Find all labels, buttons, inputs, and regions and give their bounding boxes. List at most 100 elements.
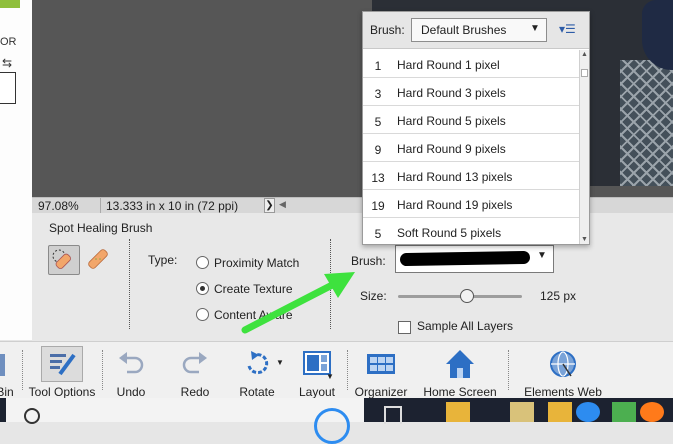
- home-icon: [444, 348, 476, 380]
- divider: [508, 350, 510, 390]
- brush-list-scrollbar[interactable]: ▲ ▼: [579, 50, 589, 244]
- panel-label: OR: [0, 36, 17, 48]
- redo-button[interactable]: Redo: [172, 346, 218, 399]
- brush-library-value: Default Brushes: [421, 23, 507, 37]
- brush-list: 1 Hard Round 1 pixel 3 Hard Round 3 pixels 5…: [363, 50, 579, 244]
- brush-name: Hard Round 3 pixels: [397, 86, 506, 100]
- brush-size: 9: [374, 143, 382, 157]
- scroll-up-icon[interactable]: ▲: [580, 50, 589, 59]
- brush-list-item[interactable]: 1 Hard Round 1 pixel: [363, 50, 579, 78]
- os-taskbar: [0, 398, 673, 444]
- brush-size: 5: [374, 115, 382, 129]
- brush-size: 3: [374, 87, 382, 101]
- brush-name: Hard Round 19 pixels: [397, 198, 513, 212]
- firefox-icon[interactable]: [640, 402, 664, 422]
- healing-brush-icon[interactable]: [86, 247, 110, 271]
- type-label: Type:: [148, 253, 178, 267]
- toolbar-label: Organizer: [354, 385, 408, 399]
- chevron-down-icon[interactable]: ▼: [537, 250, 547, 261]
- organizer-button[interactable]: Organizer: [352, 346, 410, 399]
- radio-button[interactable]: [196, 256, 209, 269]
- divider: [22, 350, 24, 390]
- taskbar-app-icon[interactable]: [510, 402, 534, 422]
- brush-size: 19: [371, 199, 385, 213]
- chevron-down-icon: ▼: [530, 23, 540, 34]
- left-panel: OR ⇆: [0, 0, 32, 340]
- brush-name: Soft Round 5 pixels: [397, 226, 502, 240]
- layout-menu-caret-icon[interactable]: ▼: [326, 372, 334, 381]
- radio-button[interactable]: [196, 282, 209, 295]
- elements-web-button[interactable]: Elements Web: [520, 346, 606, 399]
- brush-list-item[interactable]: 5 Soft Round 5 pixels: [363, 218, 579, 244]
- undo-button[interactable]: Undo: [108, 346, 154, 399]
- size-slider-thumb[interactable]: [460, 289, 475, 303]
- telegram-icon[interactable]: [576, 402, 600, 422]
- toolbar-label: Elements Web: [524, 385, 602, 399]
- brush-list-item[interactable]: 13 Hard Round 13 pixels: [363, 162, 579, 190]
- toolbar-label: Home Screen: [423, 385, 497, 399]
- brush-name: Hard Round 9 pixels: [397, 142, 506, 156]
- divider: [347, 350, 349, 390]
- brush-dropdown-header: Brush: Default Brushes ▼ ▾☰: [363, 12, 589, 49]
- brush-size: 13: [371, 171, 385, 185]
- redo-icon: [179, 348, 211, 380]
- tool-title: Spot Healing Brush: [49, 221, 153, 235]
- tool-options-button[interactable]: Tool Options: [26, 346, 98, 399]
- bottom-toolbar: Bin Tool Options Undo Redo Rotate ▼ Layo…: [0, 341, 673, 399]
- size-value: 125 px: [540, 289, 577, 303]
- brush-dropdown-label: Brush:: [370, 23, 405, 37]
- taskbar-app-icon[interactable]: [612, 402, 636, 422]
- toolbar-label: Tool Options: [28, 385, 96, 399]
- rotate-menu-caret-icon[interactable]: ▼: [276, 358, 284, 367]
- brush-picker[interactable]: ▼: [395, 245, 554, 273]
- radio-button[interactable]: [196, 308, 209, 321]
- brush-list-item[interactable]: 5 Hard Round 5 pixels: [363, 106, 579, 134]
- panel-menu-icon[interactable]: ▾☰: [559, 22, 576, 36]
- brush-size: 5: [374, 227, 382, 241]
- toolbar-label: Layout: [298, 385, 336, 399]
- divider: [100, 198, 101, 213]
- bin-icon: [0, 348, 21, 380]
- brush-picker-dropdown: Brush: Default Brushes ▼ ▾☰ 1 Hard Round …: [362, 11, 590, 245]
- rotate-button[interactable]: Rotate: [232, 346, 282, 399]
- tool-options-icon: [41, 346, 83, 382]
- panel-color-swatch: [0, 0, 20, 8]
- taskbar-app-icon[interactable]: [548, 402, 572, 422]
- document-dimensions: 13.333 in x 10 in (72 ppi): [106, 199, 239, 213]
- brush-label: Brush:: [351, 254, 386, 268]
- toolbar-label: Rotate: [239, 385, 275, 399]
- status-menu-arrow-icon[interactable]: ❯: [264, 198, 275, 213]
- annotation-arrow: [241, 272, 355, 334]
- sample-all-layers-label: Sample All Layers: [417, 319, 514, 333]
- photo-fence: [620, 60, 673, 186]
- swap-colors-icon[interactable]: ⇆: [2, 56, 12, 70]
- brush-preview: [399, 250, 531, 267]
- rotate-icon: [241, 348, 273, 380]
- toolbar-label: Undo: [116, 385, 146, 399]
- scroll-left-icon[interactable]: ◀: [279, 199, 286, 210]
- brush-library-select[interactable]: Default Brushes ▼: [411, 18, 547, 42]
- brush-list-item[interactable]: 9 Hard Round 9 pixels: [363, 134, 579, 162]
- undo-icon: [115, 348, 147, 380]
- home-screen-button[interactable]: Home Screen: [420, 346, 500, 399]
- background-color-swatch[interactable]: [0, 72, 16, 104]
- size-label: Size:: [360, 289, 387, 303]
- brush-name: Hard Round 1 pixel: [397, 58, 500, 72]
- brush-name: Hard Round 13 pixels: [397, 170, 513, 184]
- spot-healing-brush-icon[interactable]: [48, 245, 80, 275]
- sample-all-layers-checkbox[interactable]: [398, 321, 411, 334]
- taskbar-search-box[interactable]: [6, 398, 364, 444]
- task-view-icon[interactable]: [384, 406, 402, 424]
- divider: [129, 239, 130, 329]
- scroll-down-icon[interactable]: ▼: [580, 235, 589, 244]
- cortana-icon[interactable]: [314, 408, 350, 444]
- zoom-level[interactable]: 97.08%: [38, 199, 79, 213]
- brush-name: Hard Round 5 pixels: [397, 114, 506, 128]
- brush-size: 1: [374, 59, 382, 73]
- file-explorer-icon[interactable]: [446, 402, 470, 422]
- scroll-thumb[interactable]: [581, 69, 588, 77]
- bin-button[interactable]: Bin: [0, 346, 21, 399]
- brush-list-item[interactable]: 3 Hard Round 3 pixels: [363, 78, 579, 106]
- divider: [102, 350, 104, 390]
- brush-list-item[interactable]: 19 Hard Round 19 pixels: [363, 190, 579, 218]
